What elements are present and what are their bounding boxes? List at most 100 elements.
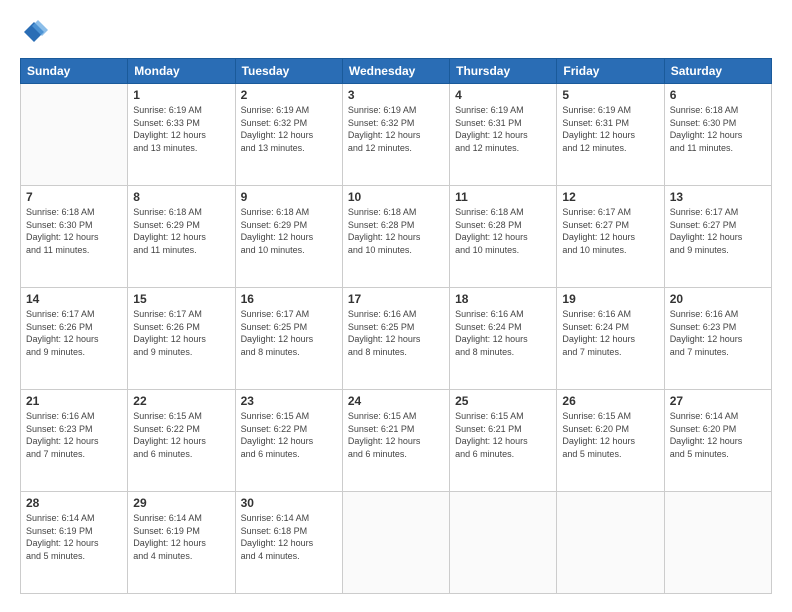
calendar-cell: 17Sunrise: 6:16 AM Sunset: 6:25 PM Dayli… [342,288,449,390]
day-number: 6 [670,88,766,102]
day-number: 8 [133,190,229,204]
calendar-cell: 15 Sunrise: 6:17 AM Sunset: 6:26 PM Dayli… [128,288,235,390]
day-number: 14 [26,292,122,306]
calendar-week-row: 7 Sunrise: 6:18 AM Sunset: 6:30 PM Daylig… [21,186,772,288]
weekday-header-friday: Friday [557,59,664,84]
day-info: Sunrise: 6:19 AM Sunset: 6:31 PM Dayligh… [455,104,551,154]
day-info: Sunrise: 6:14 AM Sunset: 6:18 PM Dayligh… [241,512,337,562]
calendar-cell: 6 Sunrise: 6:18 AM Sunset: 6:30 PM Daylig… [664,84,771,186]
day-info: Sunrise: 6:18 AM Sunset: 6:28 PM Dayligh… [455,206,551,256]
day-info: Sunrise: 6:15 AM Sunset: 6:20 PM Dayligh… [562,410,658,460]
day-info: Sunrise: 6:17 AM Sunset: 6:25 PM Dayligh… [241,308,337,358]
page: SundayMondayTuesdayWednesdayThursdayFrid… [0,0,792,612]
day-number: 22 [133,394,229,408]
calendar-cell: 7 Sunrise: 6:18 AM Sunset: 6:30 PM Daylig… [21,186,128,288]
day-info: Sunrise: 6:18 AM Sunset: 6:30 PM Dayligh… [670,104,766,154]
calendar-cell: 18 Sunrise: 6:16 AM Sunset: 6:24 PM Dayli… [450,288,557,390]
logo-icon [20,18,48,46]
calendar-cell: 21 Sunrise: 6:16 AM Sunset: 6:23 PM Dayli… [21,390,128,492]
day-number: 23 [241,394,337,408]
day-number: 3 [348,88,444,102]
calendar-cell [21,84,128,186]
calendar-cell: 16 Sunrise: 6:17 AM Sunset: 6:25 PM Dayli… [235,288,342,390]
weekday-header-sunday: Sunday [21,59,128,84]
calendar-cell: 11 Sunrise: 6:18 AM Sunset: 6:28 PM Dayli… [450,186,557,288]
calendar-week-row: 21 Sunrise: 6:16 AM Sunset: 6:23 PM Dayli… [21,390,772,492]
day-number: 18 [455,292,551,306]
weekday-header-monday: Monday [128,59,235,84]
day-number: 16 [241,292,337,306]
weekday-header-saturday: Saturday [664,59,771,84]
day-info: Sunrise: 6:19 AM Sunset: 6:33 PM Dayligh… [133,104,229,154]
calendar-cell [557,492,664,594]
calendar-cell: 29 Sunrise: 6:14 AM Sunset: 6:19 PM Dayli… [128,492,235,594]
calendar-cell: 12 Sunrise: 6:17 AM Sunset: 6:27 PM Dayli… [557,186,664,288]
calendar-week-row: 28 Sunrise: 6:14 AM Sunset: 6:19 PM Dayli… [21,492,772,594]
calendar-cell: 3 Sunrise: 6:19 AM Sunset: 6:32 PM Daylig… [342,84,449,186]
weekday-header-tuesday: Tuesday [235,59,342,84]
day-info: Sunrise: 6:18 AM Sunset: 6:29 PM Dayligh… [133,206,229,256]
weekday-header-row: SundayMondayTuesdayWednesdayThursdayFrid… [21,59,772,84]
calendar-cell [664,492,771,594]
calendar-cell: 19Sunrise: 6:16 AM Sunset: 6:24 PM Dayli… [557,288,664,390]
day-number: 7 [26,190,122,204]
day-info: Sunrise: 6:14 AM Sunset: 6:20 PM Dayligh… [670,410,766,460]
calendar-cell [342,492,449,594]
calendar-cell: 25 Sunrise: 6:15 AM Sunset: 6:21 PM Dayli… [450,390,557,492]
calendar-cell: 22 Sunrise: 6:15 AM Sunset: 6:22 PM Dayli… [128,390,235,492]
day-info: Sunrise: 6:16 AM Sunset: 6:23 PM Dayligh… [26,410,122,460]
day-number: 21 [26,394,122,408]
day-number: 11 [455,190,551,204]
day-info: Sunrise: 6:18 AM Sunset: 6:30 PM Dayligh… [26,206,122,256]
day-info: Sunrise: 6:17 AM Sunset: 6:27 PM Dayligh… [670,206,766,256]
day-info: Sunrise: 6:16 AM Sunset: 6:24 PM Dayligh… [562,308,658,358]
day-info: Sunrise: 6:15 AM Sunset: 6:22 PM Dayligh… [133,410,229,460]
day-info: Sunrise: 6:19 AM Sunset: 6:32 PM Dayligh… [241,104,337,154]
day-number: 15 [133,292,229,306]
day-number: 27 [670,394,766,408]
calendar: SundayMondayTuesdayWednesdayThursdayFrid… [20,58,772,594]
day-info: Sunrise: 6:19 AM Sunset: 6:32 PM Dayligh… [348,104,444,154]
calendar-cell: 8 Sunrise: 6:18 AM Sunset: 6:29 PM Daylig… [128,186,235,288]
day-number: 28 [26,496,122,510]
day-info: Sunrise: 6:15 AM Sunset: 6:21 PM Dayligh… [455,410,551,460]
calendar-cell: 23Sunrise: 6:15 AM Sunset: 6:22 PM Dayli… [235,390,342,492]
day-number: 26 [562,394,658,408]
day-number: 12 [562,190,658,204]
day-number: 1 [133,88,229,102]
day-info: Sunrise: 6:14 AM Sunset: 6:19 PM Dayligh… [133,512,229,562]
calendar-cell: 1 Sunrise: 6:19 AM Sunset: 6:33 PM Daylig… [128,84,235,186]
calendar-cell: 5Sunrise: 6:19 AM Sunset: 6:31 PM Daylig… [557,84,664,186]
calendar-cell: 14 Sunrise: 6:17 AM Sunset: 6:26 PM Dayli… [21,288,128,390]
day-number: 30 [241,496,337,510]
day-info: Sunrise: 6:15 AM Sunset: 6:21 PM Dayligh… [348,410,444,460]
calendar-cell: 10Sunrise: 6:18 AM Sunset: 6:28 PM Dayli… [342,186,449,288]
calendar-cell: 20Sunrise: 6:16 AM Sunset: 6:23 PM Dayli… [664,288,771,390]
calendar-cell: 27 Sunrise: 6:14 AM Sunset: 6:20 PM Dayli… [664,390,771,492]
calendar-cell: 28Sunrise: 6:14 AM Sunset: 6:19 PM Dayli… [21,492,128,594]
logo [20,18,50,48]
weekday-header-wednesday: Wednesday [342,59,449,84]
calendar-week-row: 1 Sunrise: 6:19 AM Sunset: 6:33 PM Daylig… [21,84,772,186]
weekday-header-thursday: Thursday [450,59,557,84]
calendar-cell: 2 Sunrise: 6:19 AM Sunset: 6:32 PM Daylig… [235,84,342,186]
calendar-cell: 4Sunrise: 6:19 AM Sunset: 6:31 PM Daylig… [450,84,557,186]
calendar-cell: 9Sunrise: 6:18 AM Sunset: 6:29 PM Daylig… [235,186,342,288]
calendar-cell: 13Sunrise: 6:17 AM Sunset: 6:27 PM Dayli… [664,186,771,288]
calendar-cell: 24Sunrise: 6:15 AM Sunset: 6:21 PM Dayli… [342,390,449,492]
day-number: 20 [670,292,766,306]
day-number: 10 [348,190,444,204]
day-info: Sunrise: 6:17 AM Sunset: 6:27 PM Dayligh… [562,206,658,256]
calendar-cell [450,492,557,594]
day-number: 29 [133,496,229,510]
day-number: 5 [562,88,658,102]
day-number: 2 [241,88,337,102]
day-info: Sunrise: 6:16 AM Sunset: 6:24 PM Dayligh… [455,308,551,358]
day-number: 25 [455,394,551,408]
day-info: Sunrise: 6:17 AM Sunset: 6:26 PM Dayligh… [26,308,122,358]
day-info: Sunrise: 6:18 AM Sunset: 6:29 PM Dayligh… [241,206,337,256]
calendar-cell: 26 Sunrise: 6:15 AM Sunset: 6:20 PM Dayli… [557,390,664,492]
day-info: Sunrise: 6:17 AM Sunset: 6:26 PM Dayligh… [133,308,229,358]
day-number: 17 [348,292,444,306]
header [20,18,772,48]
